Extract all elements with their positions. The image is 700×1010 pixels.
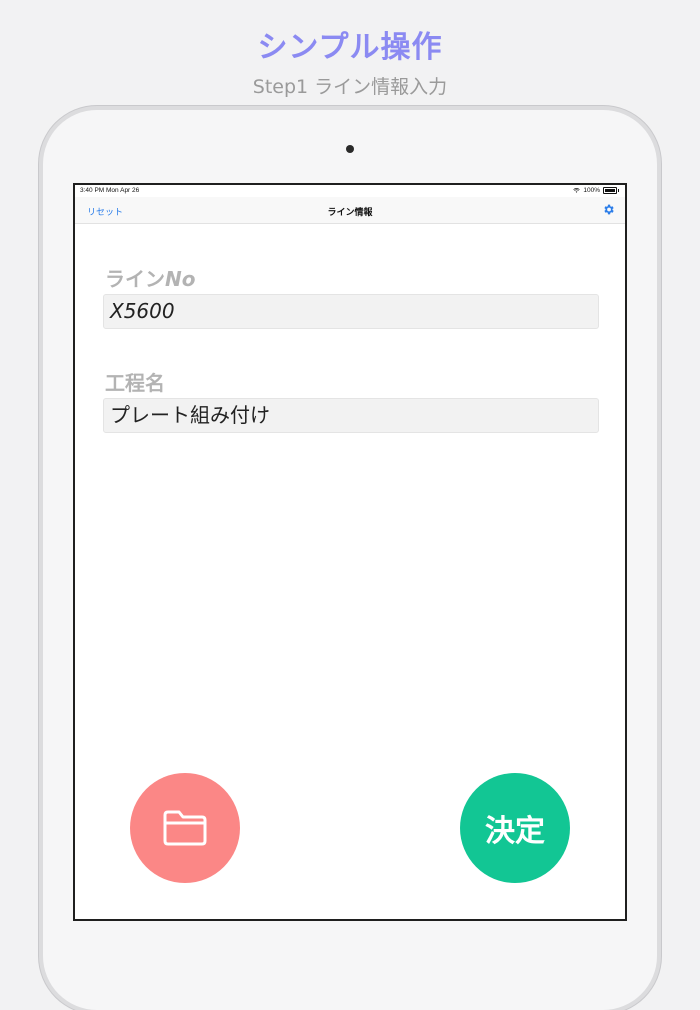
confirm-button[interactable]: 決定 — [460, 773, 570, 883]
battery-icon — [603, 187, 617, 194]
promo-title: シンプル操作 — [257, 30, 443, 65]
process-name-label: 工程名 — [105, 371, 165, 395]
battery-percent: 100% — [583, 187, 600, 194]
promo-subtitle: Step1 ライン情報入力 — [252, 76, 448, 98]
navigation-bar: リセット ライン情報 — [75, 197, 625, 224]
status-bar: 3:40 PM Mon Apr 26 100% — [75, 185, 625, 197]
wifi-icon — [573, 188, 581, 193]
line-no-label-jp: ライン — [105, 267, 165, 291]
camera-icon — [346, 145, 354, 153]
nav-title: ライン情報 — [327, 207, 373, 217]
folder-icon — [163, 810, 207, 846]
gear-icon[interactable] — [602, 203, 615, 216]
folder-button[interactable] — [130, 773, 240, 883]
line-no-label-latin: No — [165, 267, 196, 291]
battery-tip — [618, 189, 619, 192]
process-name-input[interactable]: プレート組み付け — [103, 398, 599, 433]
confirm-label: 決定 — [485, 814, 545, 849]
line-no-input[interactable]: X5600 — [103, 294, 599, 329]
status-time: 3:40 PM Mon Apr 26 — [80, 187, 140, 194]
line-no-label: ラインNo — [105, 263, 195, 292]
status-indicators: 100% — [573, 187, 619, 194]
